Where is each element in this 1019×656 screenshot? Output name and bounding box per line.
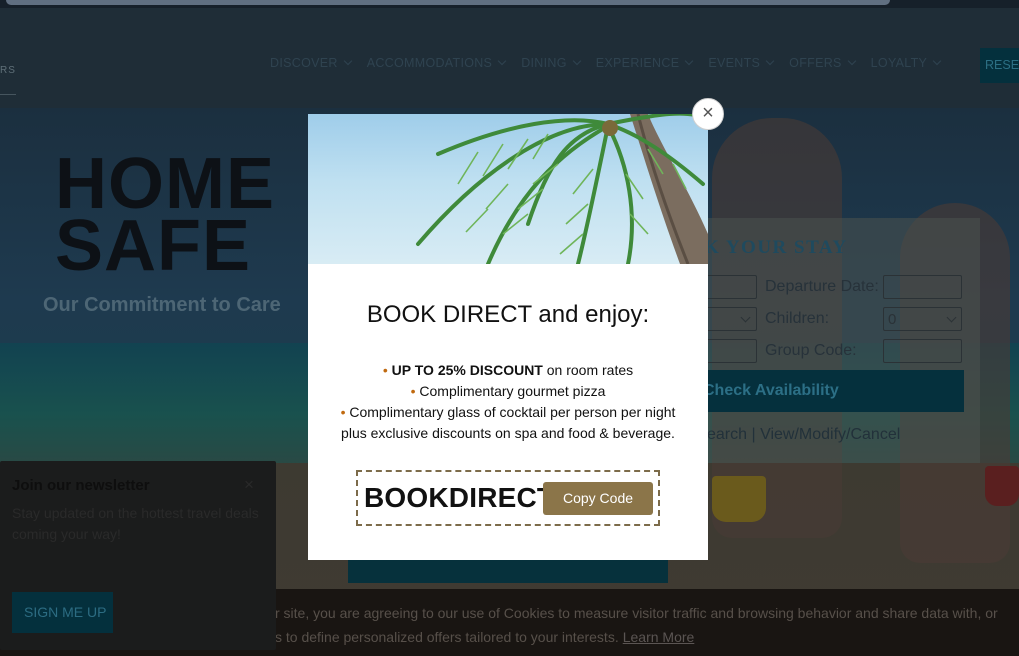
bullet-icon: •	[340, 404, 346, 420]
palm-tree-image	[308, 114, 708, 264]
nav-item-discover[interactable]: DISCOVER	[270, 56, 352, 70]
newsletter-card: Join our newsletter × Stay updated on th…	[0, 461, 276, 650]
children-select-value: 0	[888, 311, 897, 328]
address-bar[interactable]	[6, 0, 890, 5]
browser-tab-strip	[0, 0, 1019, 8]
benefits-list: • UP TO 25% DISCOUNT on room rates • Com…	[308, 360, 708, 444]
benefit-item: • Complimentary gourmet pizza	[308, 381, 708, 402]
chevron-down-icon	[932, 56, 942, 66]
newsletter-body: Stay updated on the hottest travel deals…	[12, 505, 259, 542]
hero-title-line: SAFE	[55, 206, 252, 286]
benefit-item: • UP TO 25% DISCOUNT on room rates	[308, 360, 708, 381]
nav-label: OFFERS	[789, 56, 842, 70]
benefit-text: Complimentary glass of cocktail per pers…	[349, 404, 676, 420]
promo-modal: BOOK DIRECT and enjoy: • UP TO 25% DISCO…	[308, 114, 708, 560]
promo-code: BOOKDIRECT	[364, 482, 555, 513]
learn-more-link[interactable]: Learn More	[623, 629, 695, 645]
site-header: RS DISCOVER ACCOMMODATIONS DINING EXPERI…	[0, 8, 1019, 108]
cookie-text-line2: s to define personalized offers tailored…	[275, 629, 694, 645]
bullet-icon: •	[410, 383, 416, 399]
newsletter-title: Join our newsletter	[12, 477, 150, 494]
chevron-down-icon	[847, 56, 856, 66]
nav-label: ACCOMMODATIONS	[366, 56, 493, 70]
modal-heading: BOOK DIRECT and enjoy:	[366, 301, 650, 328]
departure-date-field[interactable]	[883, 275, 962, 299]
promo-code-box: BOOKDIRECT Copy Code	[356, 470, 660, 526]
benefit-item: • Complimentary glass of cocktail per pe…	[308, 402, 708, 423]
chevron-down-icon	[343, 56, 352, 66]
cookie-text: s to define personalized offers tailored…	[275, 629, 619, 645]
booking-title: K YOUR STAY	[704, 237, 848, 258]
logo-text[interactable]: RS	[0, 65, 16, 76]
chevron-down-icon	[740, 312, 751, 323]
nav-item-dining[interactable]: DINING	[521, 56, 582, 70]
nav-item-loyalty[interactable]: LOYALTY	[870, 56, 942, 70]
hero-title: HOME SAFE	[55, 148, 275, 286]
beach-bucket-image	[985, 466, 1019, 506]
sign-me-up-button[interactable]: SIGN ME UP	[12, 592, 113, 633]
booking-links[interactable]: earch | View/Modify/Cancel	[707, 426, 900, 444]
main-nav: DISCOVER ACCOMMODATIONS DINING EXPERIENC…	[270, 56, 956, 70]
nav-label: EVENTS	[708, 56, 761, 70]
nav-label: DINING	[521, 56, 567, 70]
nav-item-accommodations[interactable]: ACCOMMODATIONS	[366, 56, 507, 70]
chevron-down-icon	[946, 312, 957, 323]
chevron-down-icon	[497, 56, 507, 66]
nav-label: EXPERIENCE	[595, 56, 680, 70]
close-icon[interactable]: ×	[244, 476, 254, 493]
benefit-highlight: UP TO 25% DISCOUNT	[391, 362, 543, 378]
beach-bucket-image	[712, 476, 766, 522]
nav-label: DISCOVER	[270, 56, 338, 70]
benefit-item-continuation: plus exclusive discounts on spa and food…	[341, 425, 675, 441]
logo-divider	[0, 94, 16, 95]
chevron-down-icon	[685, 56, 694, 66]
bullet-icon: •	[382, 362, 388, 378]
nav-label: LOYALTY	[870, 56, 928, 70]
nav-item-events[interactable]: EVENTS	[708, 56, 775, 70]
benefit-text: Complimentary gourmet pizza	[419, 383, 606, 399]
group-code-label: Group Code:	[765, 342, 857, 359]
nav-item-offers[interactable]: OFFERS	[789, 56, 856, 70]
hero-subtitle[interactable]: Our Commitment to Care	[43, 294, 281, 317]
close-icon[interactable]: ×	[692, 98, 724, 130]
chevron-down-icon	[572, 56, 582, 66]
children-select[interactable]: 0	[883, 307, 962, 331]
departure-date-label: Departure Date:	[765, 278, 879, 295]
cookie-text: r site, you are agreeing to our use of C…	[275, 605, 998, 621]
copy-code-button[interactable]: Copy Code	[543, 482, 653, 515]
reserve-button[interactable]: RESE	[980, 48, 1019, 83]
check-availability-button[interactable]: Check Availability	[695, 370, 964, 412]
benefit-text: on room rates	[542, 362, 634, 378]
group-code-field[interactable]	[883, 339, 962, 363]
nav-item-experience[interactable]: EXPERIENCE	[595, 56, 694, 70]
chevron-down-icon	[765, 56, 775, 66]
palm-tree-illustration	[416, 114, 708, 264]
children-label: Children:	[765, 310, 830, 327]
